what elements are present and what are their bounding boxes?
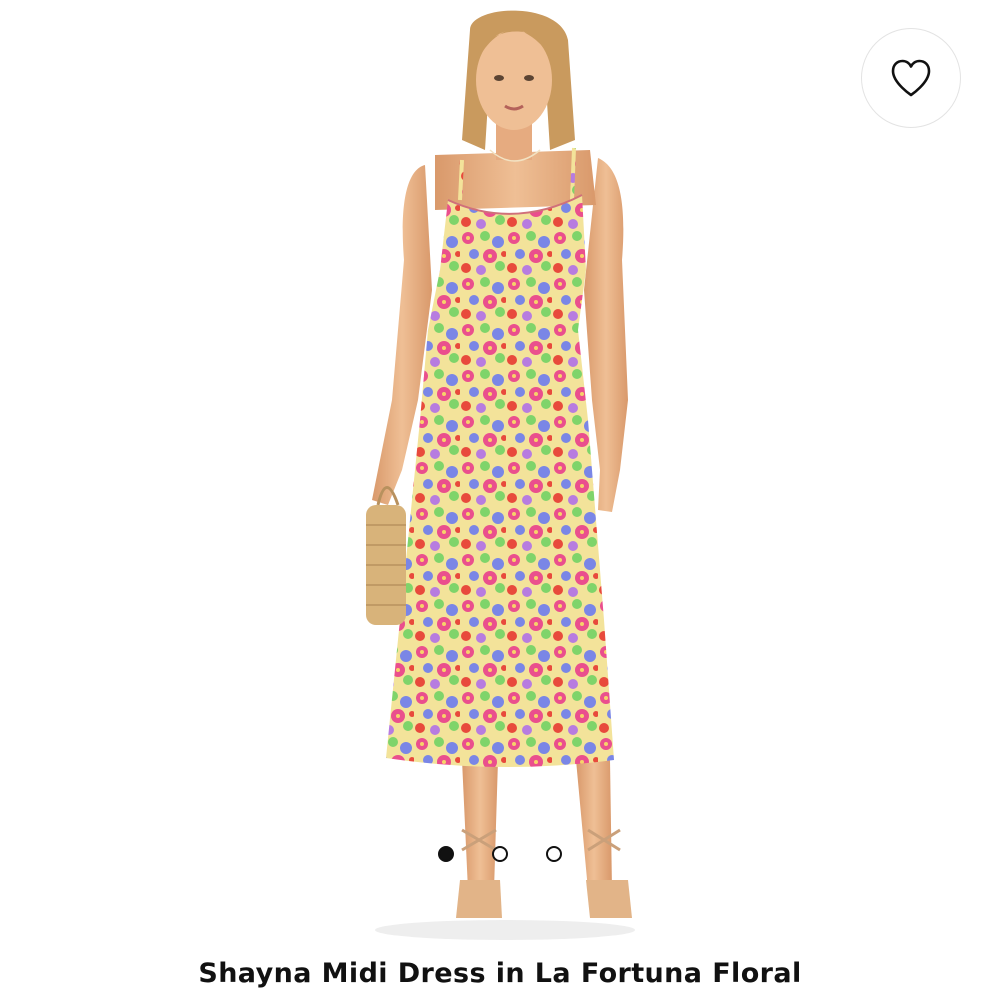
product-image[interactable] <box>0 0 1000 955</box>
carousel-dot-2[interactable] <box>492 846 508 862</box>
model-photo <box>366 10 635 940</box>
carousel-dot-1[interactable] <box>438 846 454 862</box>
carousel-pagination <box>0 846 1000 866</box>
favorite-button[interactable] <box>861 28 961 128</box>
heart-outline-icon <box>891 59 931 97</box>
product-title: Shayna Midi Dress in La Fortuna Floral <box>198 958 802 989</box>
carousel-dot-3[interactable] <box>546 846 562 862</box>
